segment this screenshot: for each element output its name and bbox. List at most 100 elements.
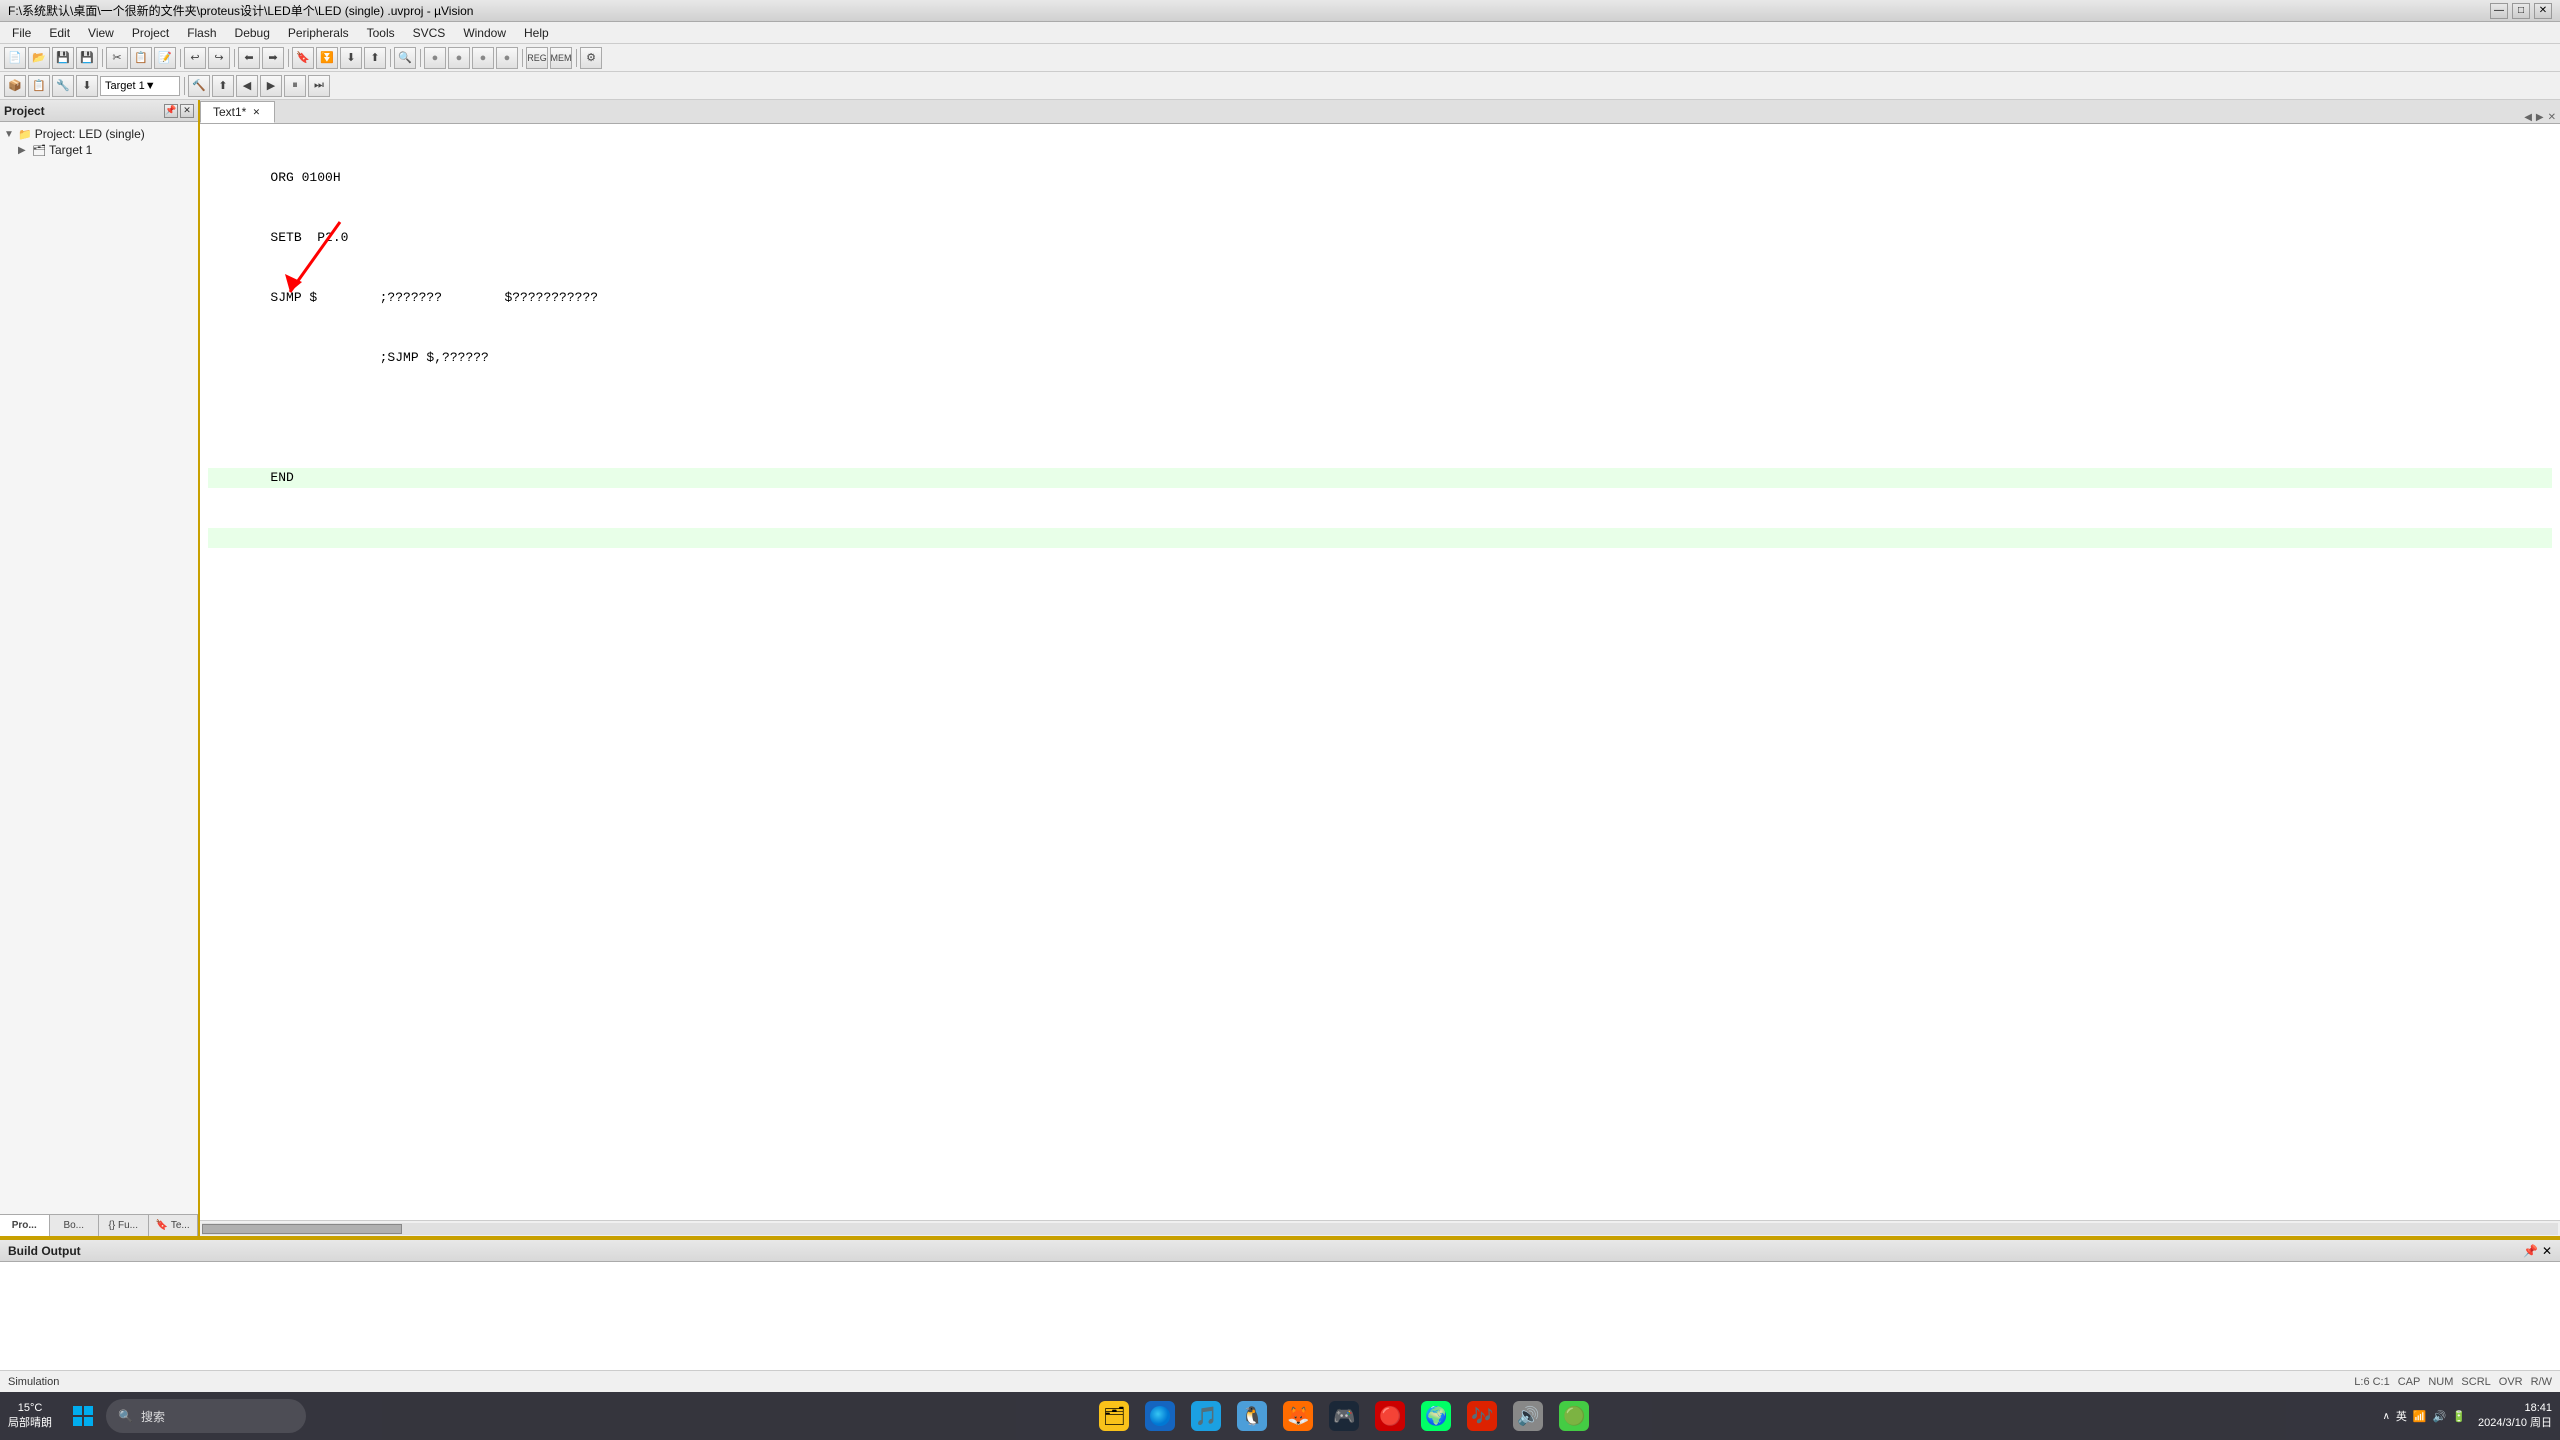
build-button[interactable]: ●	[472, 47, 494, 69]
find-button[interactable]: 🔍	[394, 47, 416, 69]
scrollbar-track[interactable]	[202, 1223, 2558, 1235]
tb2-btn8[interactable]: ▶	[260, 75, 282, 97]
copy-button[interactable]: 📋	[130, 47, 152, 69]
memory-button[interactable]: MEM	[550, 47, 572, 69]
taskbar-clock[interactable]: 18:41 2024/3/10 周日	[2478, 1401, 2552, 1432]
cut-button[interactable]: ✂	[106, 47, 128, 69]
minimize-button[interactable]: —	[2490, 3, 2508, 19]
main-area: Project 📌 ✕ ▼ 📁 Project: LED (single) ▶ …	[0, 100, 2560, 1236]
systray-expand-button[interactable]: ∧	[2383, 1411, 2390, 1422]
taskbar-app-sound[interactable]: 🔊	[1507, 1395, 1549, 1437]
outdent-button[interactable]: ⬆	[364, 47, 386, 69]
menu-tools[interactable]: Tools	[359, 24, 403, 42]
tree-project-icon: 📁	[18, 128, 32, 141]
status-ovr: OVR	[2499, 1376, 2523, 1388]
tb2-btn3[interactable]: 🔧	[52, 75, 74, 97]
status-right: L:6 C:1 CAP NUM SCRL OVR R/W	[2354, 1376, 2552, 1388]
editor-content[interactable]: ORG 0100H SETB P2.0 SJMP $ ;??????? $???…	[200, 124, 2560, 1220]
tree-target-icon: 🗂	[32, 144, 46, 157]
fox-icon: 🦊	[1283, 1401, 1313, 1431]
tab-scroll-right-button[interactable]: ▶	[2536, 112, 2544, 123]
start-button[interactable]	[64, 1397, 102, 1435]
tab-close-button[interactable]: ✕	[250, 106, 262, 118]
tab-project[interactable]: Pro...	[0, 1215, 50, 1236]
tb2-btn2[interactable]: 📋	[28, 75, 50, 97]
systray-lang[interactable]: 英	[2396, 1408, 2407, 1424]
run-button[interactable]: ●	[424, 47, 446, 69]
tb2-btn9[interactable]: ⏸	[284, 75, 306, 97]
panel-pin-button[interactable]: 📌	[164, 104, 178, 118]
menu-view[interactable]: View	[80, 24, 122, 42]
editor-scrollbar[interactable]	[200, 1220, 2560, 1236]
tree-expand-icon: ▼	[4, 129, 18, 140]
new-file-button[interactable]: 📄	[4, 47, 26, 69]
tb2-btn7[interactable]: ◀	[236, 75, 258, 97]
tab-close-all-button[interactable]: ✕	[2548, 112, 2556, 123]
taskbar-app-steam[interactable]: 🎮	[1323, 1395, 1365, 1437]
code-line-2: SETB P2.0	[208, 228, 2552, 248]
systray-battery-icon[interactable]: 🔋	[2452, 1410, 2466, 1423]
taskbar-app-kugou[interactable]: 🎵	[1185, 1395, 1227, 1437]
tb2-btn6[interactable]: ⬆	[212, 75, 234, 97]
menu-window[interactable]: Window	[455, 24, 514, 42]
build-output-pin-button[interactable]: 📌	[2523, 1244, 2538, 1258]
open-button[interactable]: 📂	[28, 47, 50, 69]
toolbar1: 📄 📂 💾 💾 ✂ 📋 📝 ↩ ↪ ⬅ ➡ 🔖 ⏬ ⬇ ⬆ 🔍 ● ● ● ● …	[0, 44, 2560, 72]
tab-functions[interactable]: {} Fu...	[99, 1215, 149, 1236]
nav-forward-button[interactable]: ➡	[262, 47, 284, 69]
menu-svcs[interactable]: SVCS	[405, 24, 454, 42]
tb2-btn5[interactable]: 🔨	[188, 75, 210, 97]
tb2-btn1[interactable]: 📦	[4, 75, 26, 97]
build-output-close-button[interactable]: ✕	[2542, 1244, 2552, 1258]
redo-button[interactable]: ↪	[208, 47, 230, 69]
indent-button[interactable]: ⬇	[340, 47, 362, 69]
register-button[interactable]: REG	[526, 47, 548, 69]
settings-button[interactable]: ⚙	[580, 47, 602, 69]
editor-tab-text1[interactable]: Text1* ✕	[200, 101, 275, 123]
save-all-button[interactable]: 💾	[76, 47, 98, 69]
scrollbar-thumb[interactable]	[202, 1224, 402, 1234]
tb2-btn4[interactable]: ⬇	[76, 75, 98, 97]
build-output-controls: 📌 ✕	[2523, 1244, 2552, 1258]
menu-debug[interactable]: Debug	[227, 24, 278, 42]
paste-button[interactable]: 📝	[154, 47, 176, 69]
stop-button[interactable]: ●	[496, 47, 518, 69]
tree-target1[interactable]: ▶ 🗂 Target 1	[4, 142, 194, 158]
close-button[interactable]: ✕	[2534, 3, 2552, 19]
menu-project[interactable]: Project	[124, 24, 177, 42]
taskbar-app-music[interactable]: 🎶	[1461, 1395, 1503, 1437]
tab-books[interactable]: Bo...	[50, 1215, 100, 1236]
tree-project-label: Project: LED (single)	[35, 127, 145, 141]
tree-project-root[interactable]: ▼ 📁 Project: LED (single)	[4, 126, 194, 142]
tb2-btn10[interactable]: ⏭	[308, 75, 330, 97]
systray-wifi-icon[interactable]: 📶	[2413, 1410, 2427, 1423]
bookmark-next-button[interactable]: ⏬	[316, 47, 338, 69]
tab-scroll-left-button[interactable]: ◀	[2524, 112, 2532, 123]
panel-close-button[interactable]: ✕	[180, 104, 194, 118]
menu-help[interactable]: Help	[516, 24, 557, 42]
maximize-button[interactable]: □	[2512, 3, 2530, 19]
taskbar-app-browser1[interactable]	[1139, 1395, 1181, 1437]
taskbar-app-green[interactable]: 🟢	[1553, 1395, 1595, 1437]
project-panel-tabs: Pro... Bo... {} Fu... 🔖 Te...	[0, 1214, 198, 1236]
menu-file[interactable]: File	[4, 24, 39, 42]
menu-edit[interactable]: Edit	[41, 24, 78, 42]
tab-templates[interactable]: 🔖 Te...	[149, 1215, 199, 1236]
menu-flash[interactable]: Flash	[179, 24, 224, 42]
bookmark-button[interactable]: 🔖	[292, 47, 314, 69]
target-dropdown[interactable]: Target 1 ▼	[100, 76, 180, 96]
explorer-icon: 🗂	[1099, 1401, 1129, 1431]
step-button[interactable]: ●	[448, 47, 470, 69]
nav-back-button[interactable]: ⬅	[238, 47, 260, 69]
menu-peripherals[interactable]: Peripherals	[280, 24, 357, 42]
taskbar-search[interactable]: 🔍 搜索	[106, 1399, 306, 1433]
save-button[interactable]: 💾	[52, 47, 74, 69]
undo-button[interactable]: ↩	[184, 47, 206, 69]
systray-sound-icon[interactable]: 🔊	[2433, 1410, 2447, 1423]
penguin-icon: 🐧	[1237, 1401, 1267, 1431]
taskbar-app-fox[interactable]: 🦊	[1277, 1395, 1319, 1437]
taskbar-app-red[interactable]: 🔴	[1369, 1395, 1411, 1437]
taskbar-app-explorer[interactable]: 🗂	[1093, 1395, 1135, 1437]
taskbar-app-edge[interactable]: 🌍	[1415, 1395, 1457, 1437]
taskbar-app-penguin[interactable]: 🐧	[1231, 1395, 1273, 1437]
